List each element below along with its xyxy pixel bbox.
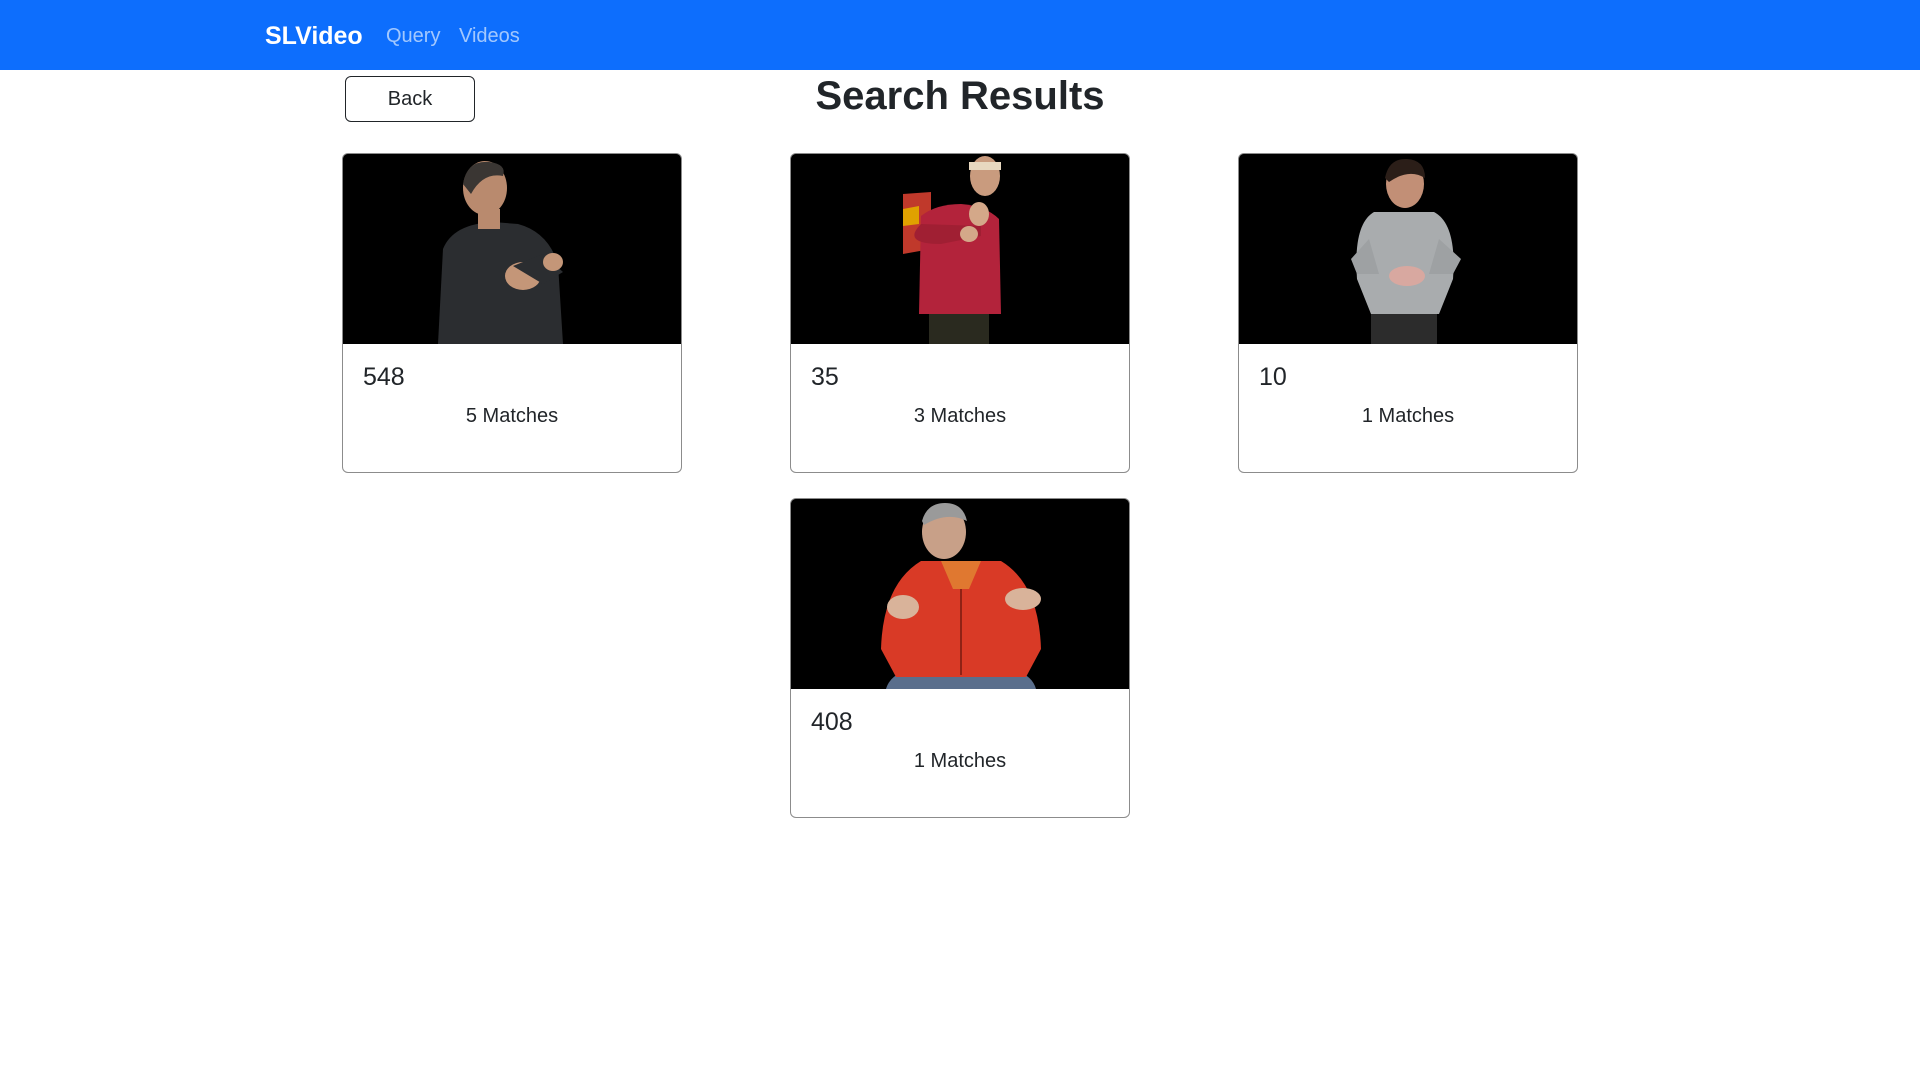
video-thumbnail[interactable] bbox=[1239, 154, 1577, 344]
page-title: Search Results bbox=[815, 74, 1105, 118]
video-thumbnail[interactable] bbox=[343, 154, 681, 344]
video-thumbnail[interactable] bbox=[791, 154, 1129, 344]
brand-link[interactable]: SLVideo bbox=[265, 0, 363, 70]
result-card[interactable]: 548 5 Matches bbox=[342, 153, 682, 473]
nav-link-videos[interactable]: Videos bbox=[459, 0, 520, 70]
video-id: 35 bbox=[811, 363, 839, 391]
result-card[interactable]: 35 3 Matches bbox=[790, 153, 1130, 473]
navbar: SLVideo Query Videos bbox=[0, 0, 1920, 70]
result-card[interactable]: 10 1 Matches bbox=[1238, 153, 1578, 473]
nav-link-query[interactable]: Query bbox=[386, 0, 440, 70]
match-count: 5 Matches bbox=[465, 405, 559, 427]
video-id: 408 bbox=[811, 708, 853, 736]
video-id: 548 bbox=[363, 363, 405, 391]
video-id: 10 bbox=[1259, 363, 1287, 391]
match-count: 3 Matches bbox=[913, 405, 1007, 427]
match-count: 1 Matches bbox=[1361, 405, 1455, 427]
video-thumbnail[interactable] bbox=[791, 499, 1129, 689]
result-card[interactable]: 408 1 Matches bbox=[790, 498, 1130, 818]
match-count: 1 Matches bbox=[913, 750, 1007, 772]
